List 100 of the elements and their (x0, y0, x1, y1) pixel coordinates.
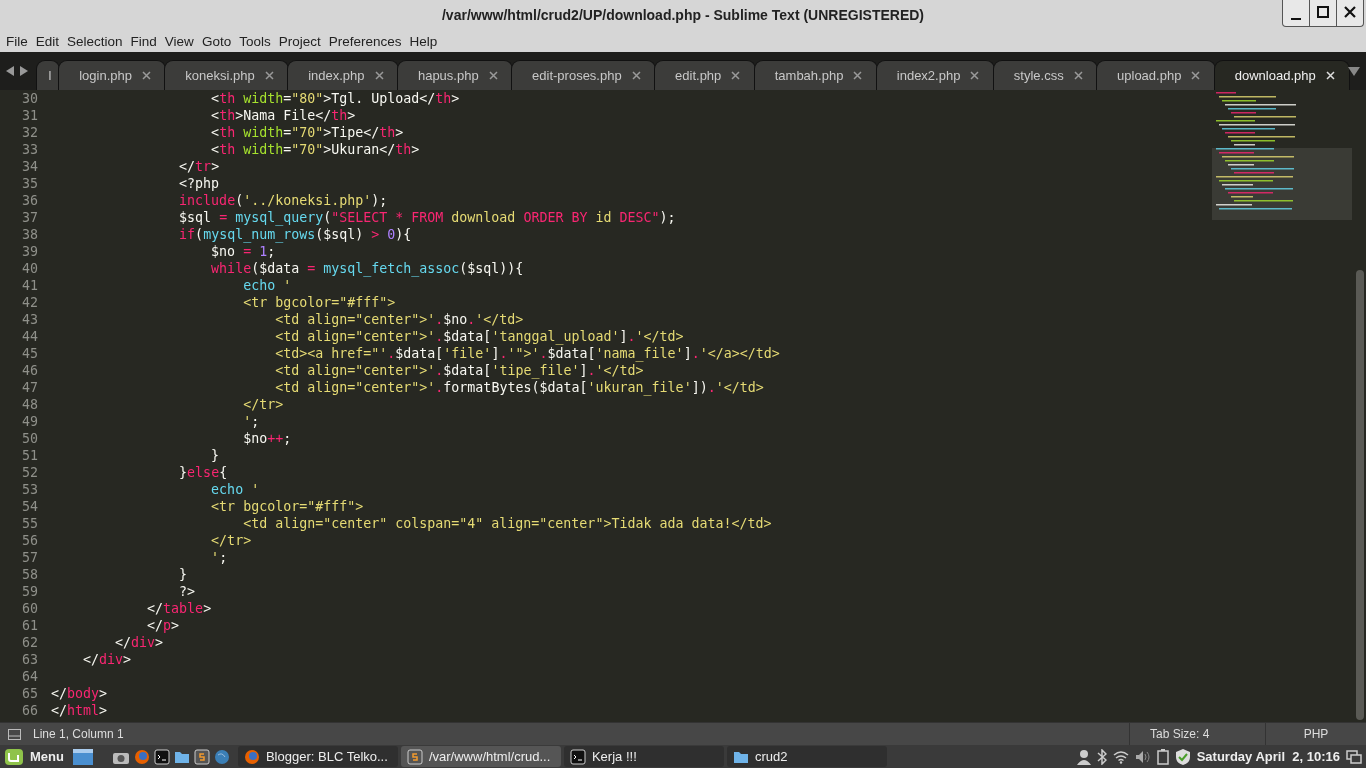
menu-button[interactable]: Menu (0, 745, 72, 768)
line-number: 33 (21, 141, 38, 158)
shield-icon[interactable] (1174, 747, 1191, 766)
app-icon (406, 748, 423, 765)
line-number: 51 (21, 447, 38, 464)
code-line: $sql = mysql_query("SELECT * FROM download ORDER BY id DESC"); (179, 209, 676, 226)
tab[interactable]: koneksi.php (164, 60, 289, 90)
line-number: 62 (21, 634, 38, 651)
code-line: <th>Nama File</th> (211, 107, 356, 124)
taskbar-window-button[interactable]: Kerja !!! (563, 746, 724, 767)
tab[interactable]: download.php (1213, 60, 1350, 90)
menu-item[interactable]: Find (126, 33, 161, 49)
code-line: </tr> (179, 158, 220, 175)
line-number: 43 (21, 311, 38, 328)
panel-icon[interactable] (8, 728, 21, 740)
code-line: if(mysql_num_rows($sql) > 0){ (179, 226, 412, 243)
line-number: 60 (21, 600, 38, 617)
code-line: <?php (179, 175, 220, 192)
code-line: <td align="center">'.$data['tanggal_upload'].'</td> (275, 328, 684, 345)
tab[interactable]: login.php (58, 60, 167, 90)
code-line: </p> (147, 617, 180, 634)
code-line: include('../koneksi.php'); (179, 192, 388, 209)
clock[interactable]: Saturday April 2, 10:16 (1196, 749, 1340, 764)
volume-icon[interactable] (1134, 749, 1151, 764)
desktop-icon[interactable] (71, 747, 94, 766)
code-line: echo ' (243, 277, 292, 294)
tab[interactable]: index.php (286, 60, 399, 90)
cursor-position: Line 1, Column 1 (33, 727, 124, 741)
line-number: 66 (21, 702, 38, 719)
app-icon (732, 749, 749, 764)
tab[interactable]: tambah.php (753, 60, 878, 90)
line-number: 45 (21, 345, 38, 362)
code-line: }else{ (179, 464, 228, 481)
menu-item[interactable]: Goto (197, 33, 236, 49)
menu-item[interactable]: Selection (63, 33, 127, 49)
code-line: <td align="center">'.$data['tipe_file'].'</td> (275, 362, 644, 379)
menu-item[interactable]: Preferences (324, 33, 406, 49)
app-icon (243, 748, 260, 765)
tab[interactable]: index2.php (875, 60, 995, 90)
line-number: 40 (21, 260, 38, 277)
line-number: 50 (21, 430, 38, 447)
code-line: ?> (179, 583, 196, 600)
mint-logo-icon (4, 747, 24, 766)
tab[interactable]: hapus.php (396, 60, 513, 90)
line-number: 53 (21, 481, 38, 498)
taskbar-window-button[interactable]: crud2 (726, 746, 887, 767)
code-line: '; (243, 413, 260, 430)
code-line: </table> (147, 600, 212, 617)
line-number: 63 (21, 651, 38, 668)
left-arrow-icon[interactable] (6, 66, 15, 76)
code-line: </html> (51, 702, 108, 719)
line-number: 59 (21, 583, 38, 600)
code-line: </div> (83, 651, 132, 668)
code-line: <td align="center">'.formatBytes($data['ukuran_file']).'</td> (275, 379, 764, 396)
tab[interactable]: edit-proses.php (510, 60, 656, 90)
bluetooth-icon[interactable] (1096, 748, 1107, 765)
code-line: } (179, 566, 188, 583)
code-line: <tr bgcolor="#fff"> (211, 498, 364, 515)
menu-item[interactable]: Tools (235, 33, 275, 49)
line-number: 35 (21, 175, 38, 192)
code-line: <td align="center">'.$no.'</td> (275, 311, 524, 328)
line-number: 32 (21, 124, 38, 141)
dropdown-icon[interactable] (1348, 66, 1360, 76)
browser-icon (133, 748, 150, 765)
tab[interactable]: l (36, 60, 60, 90)
code-line: } (211, 447, 220, 464)
terminal-icon (153, 748, 170, 765)
tab[interactable]: style.css (992, 60, 1098, 90)
windows-icon[interactable] (1346, 749, 1362, 764)
tab[interactable]: upload.php (1095, 60, 1216, 90)
tab[interactable]: edit.php (653, 60, 756, 90)
code-line: </tr> (211, 532, 252, 549)
minimap-drawing[interactable] (1212, 90, 1352, 220)
globe-icon[interactable] (213, 748, 230, 765)
right-arrow-icon[interactable] (19, 66, 28, 76)
line-number: 56 (21, 532, 38, 549)
scrollbar-thumb[interactable] (1356, 270, 1364, 720)
menu-item[interactable]: View (160, 33, 198, 49)
code-line: <th width="70">Ukuran</th> (211, 141, 420, 158)
line-number: 49 (21, 413, 38, 430)
menu-item[interactable]: Help (405, 33, 442, 49)
line-number: 44 (21, 328, 38, 345)
code-line: <th width="80">Tgl. Upload</th> (211, 90, 460, 107)
line-number: 57 (21, 549, 38, 566)
menu-item[interactable]: Edit (31, 33, 64, 49)
menu-item[interactable]: Project (274, 33, 325, 49)
wifi-icon[interactable] (1112, 749, 1129, 764)
editor-icon (193, 748, 210, 765)
code-line: $no++; (243, 430, 292, 447)
line-number: 61 (21, 617, 38, 634)
user-icon[interactable] (1076, 748, 1091, 765)
line-number: 30 (21, 90, 38, 107)
line-number: 36 (21, 192, 38, 209)
taskbar-window-button[interactable]: Blogger: BLC Telko... (237, 746, 398, 767)
line-number: 64 (21, 668, 38, 685)
battery-icon[interactable] (1156, 748, 1169, 765)
menu-item[interactable]: File (2, 33, 32, 49)
code-line: $no = 1; (211, 243, 276, 260)
taskbar-window-button[interactable]: /var/www/html/crud... (400, 746, 561, 767)
line-number: 31 (21, 107, 38, 124)
